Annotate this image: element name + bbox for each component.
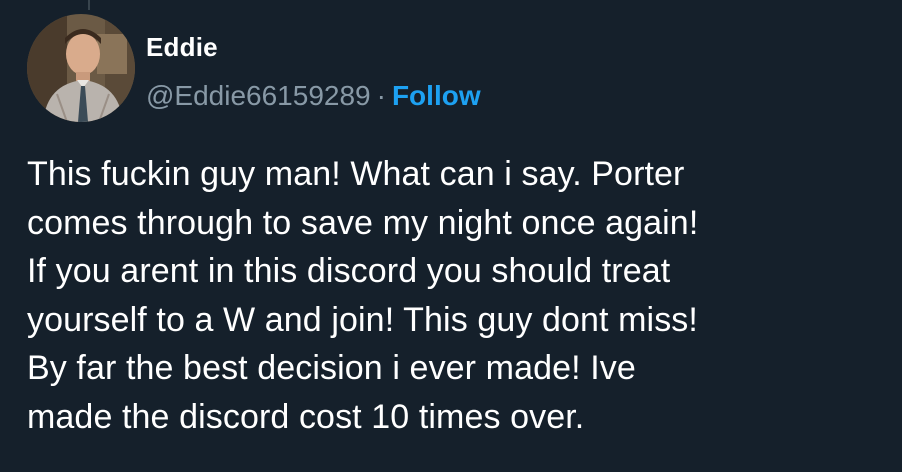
follow-button[interactable]: Follow: [392, 80, 481, 111]
author-meta-row: @Eddie66159289 · Follow: [146, 80, 481, 112]
author-display-name[interactable]: Eddie: [146, 32, 218, 63]
avatar[interactable]: [27, 14, 135, 122]
tweet-body-text: This fuckin guy man! What can i say. Por…: [27, 155, 699, 436]
tweet: Eddie @Eddie66159289 · Follow This fuckin …: [0, 0, 902, 472]
avatar-photo: [27, 14, 135, 122]
separator-dot: ·: [376, 80, 386, 111]
author-handle[interactable]: @Eddie66159289: [146, 80, 371, 111]
